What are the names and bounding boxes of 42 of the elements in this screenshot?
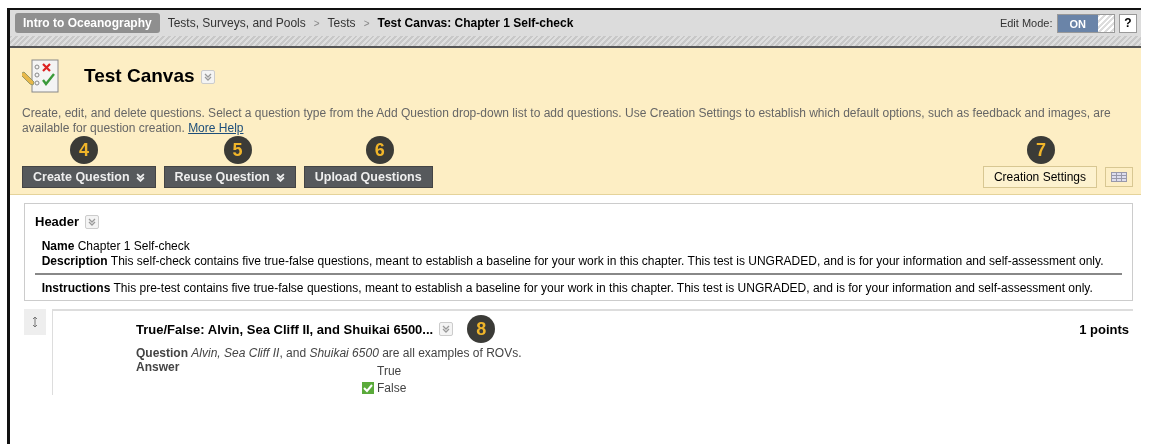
test-icon: [22, 58, 62, 94]
header-field: Name Chapter 1 Self-check: [35, 239, 1122, 254]
answer-option: True: [377, 364, 407, 378]
menu-chevron-button[interactable]: [439, 322, 454, 336]
drag-icon: [32, 316, 38, 328]
callout-badge: 5: [223, 136, 252, 164]
header-title: Header: [35, 214, 80, 229]
callout-badge: 6: [365, 136, 394, 164]
callout-badge: 8: [467, 315, 496, 343]
chevron-icon: [88, 217, 97, 226]
check-icon: [362, 382, 374, 394]
toolbar-button[interactable]: Create Question: [22, 166, 156, 188]
header-field: Description This self-check contains five true-false questions, meant to establish a baseline for your work in this chapter. This test is UNGRADED, and is for your information and self-assessment only.: [35, 254, 1122, 269]
menu-chevron-button[interactable]: [200, 70, 215, 84]
creation-settings-button[interactable]: Creation Settings: [982, 166, 1097, 188]
question-title: True/False: Alvin, Sea Cliff II, and Shuikai 6500...: [136, 321, 434, 337]
edit-mode-toggle[interactable]: ON: [1056, 13, 1115, 33]
breadcrumb-item[interactable]: Tests, Surveys, and Pools: [167, 16, 306, 30]
menu-chevron-button[interactable]: [85, 214, 100, 229]
separator-icon: >: [313, 17, 320, 29]
breadcrumb-item: Test Canvas: Chapter 1 Self-check: [377, 16, 574, 30]
question-text: Question Alvin, Sea Cliff II, and Shuikai 6500 are all examples of ROVs.: [136, 346, 523, 360]
answer-label: Answer: [136, 360, 181, 376]
instructions-text: Create, edit, and delete questions. Select a question type from the Add Question drop-down list to add questions. Use Creation Settings to establish which default options, such as feedback and images, are available for question creation. More Help: [22, 106, 1112, 136]
callout-badge: 7: [1026, 136, 1055, 164]
callout-badge: 4: [70, 136, 98, 164]
question-points: 1 points: [1079, 321, 1129, 337]
separator-icon: >: [363, 17, 370, 29]
help-button[interactable]: ?: [1119, 13, 1137, 33]
chevron-icon: [203, 73, 212, 81]
grid-icon: [1111, 172, 1127, 182]
header-instructions: Instructions This pre-test contains five true-false questions, meant to establish a baseline for your work in this chapter. This test is UNGRADED, and is for your information and self-assessment only.: [40, 281, 1094, 296]
grid-view-button[interactable]: [1105, 167, 1133, 187]
edit-mode-label: Edit Mode:: [999, 17, 1053, 29]
breadcrumb-item[interactable]: Tests: [327, 16, 356, 30]
toolbar-button[interactable]: Reuse Question: [163, 166, 296, 188]
toolbar-button[interactable]: Upload Questions: [303, 166, 433, 188]
drag-handle[interactable]: [24, 309, 46, 335]
answer-option: False: [362, 381, 407, 395]
chevron-icon: [442, 325, 451, 333]
more-help-link[interactable]: More Help: [188, 121, 244, 135]
page-title: Test Canvas: [84, 65, 215, 87]
